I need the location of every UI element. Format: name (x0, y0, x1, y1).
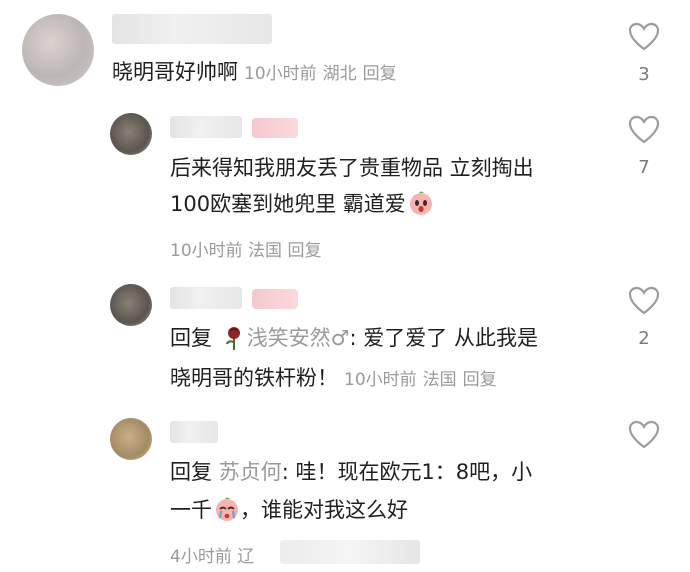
comment-time: 10小时前 (244, 64, 317, 84)
comment-body: 晓明哥的铁杆粉！ (170, 366, 338, 390)
comment-time: 10小时前 (170, 241, 243, 261)
crying-face-emoji-icon (216, 497, 238, 521)
comment-location: 法国 (248, 241, 283, 261)
comment-location: 法国 (422, 370, 457, 390)
username-blurred[interactable] (170, 287, 242, 309)
comment-time: 4小时前 (170, 547, 232, 567)
like-button[interactable]: 3 (626, 22, 662, 85)
reply-prefix: 回复 (170, 326, 212, 350)
username-blurred[interactable] (170, 421, 218, 443)
comment-meta: 10小时前 法国 回复 (170, 236, 321, 261)
reply-button[interactable]: 回复 (463, 370, 497, 390)
comment-body: ，谁能对我这么好 (240, 498, 408, 522)
like-count: 3 (638, 64, 650, 85)
avatar[interactable] (110, 284, 152, 326)
reply-button[interactable]: 回复 (363, 64, 397, 84)
wilted-rose-icon (225, 327, 240, 350)
like-button[interactable]: 2 (626, 286, 662, 349)
mention-username[interactable]: 苏贞何 (219, 460, 282, 484)
comment-text-line: 回复 苏贞何: 哇！现在欧元1：8吧，小 (170, 456, 532, 488)
reply-prefix: 回复 (170, 460, 212, 484)
heart-icon (628, 22, 660, 51)
avatar[interactable] (22, 14, 94, 86)
username-blurred[interactable] (112, 14, 272, 44)
heart-icon (628, 286, 660, 315)
comment-meta: 4小时前 辽 (170, 542, 254, 567)
user-badge-blurred (252, 118, 298, 138)
comment-text-line: 回复 浅笑安然♂: 爱了爱了 从此我是 (170, 322, 538, 354)
comment-text-line: 晓明哥的铁杆粉！ 10小时前 法国 回复 (170, 362, 497, 396)
comment-body: 100欧塞到她兜里 霸道爱 (170, 192, 406, 216)
heart-icon (628, 420, 660, 449)
like-count: 2 (638, 328, 650, 349)
comment-time: 10小时前 (344, 370, 417, 390)
comment-location: 湖北 (322, 64, 357, 84)
user-badge-blurred (252, 289, 298, 309)
comment-text: 晓明哥好帅啊 10小时前 湖北 回复 (112, 56, 397, 90)
avatar[interactable] (110, 113, 152, 155)
comment-body: : 爱了爱了 从此我是 (349, 326, 538, 350)
like-count: 7 (638, 157, 650, 178)
heart-icon (628, 115, 660, 144)
like-button[interactable] (626, 420, 662, 450)
reply-button[interactable]: 回复 (287, 241, 321, 261)
watermark-blurred (280, 540, 420, 564)
comment-text-line: 100欧塞到她兜里 霸道爱 (170, 188, 434, 220)
like-button[interactable]: 7 (626, 115, 662, 178)
mention-username[interactable]: 浅笑安然♂ (247, 326, 350, 350)
comment-body: 晓明哥好帅啊 (112, 60, 238, 84)
comment-text-line: 后来得知我朋友丢了贵重物品 立刻掏出 (170, 156, 534, 180)
username-blurred[interactable] (170, 116, 242, 138)
crying-face-emoji-icon (409, 191, 432, 215)
comment-body: : 哇！现在欧元1：8吧，小 (281, 460, 533, 484)
comment-text-line: 一千 ，谁能对我这么好 (170, 494, 408, 526)
comment-body: 一千 (170, 498, 212, 522)
comment-location: 辽 (237, 547, 255, 567)
avatar[interactable] (110, 418, 152, 460)
